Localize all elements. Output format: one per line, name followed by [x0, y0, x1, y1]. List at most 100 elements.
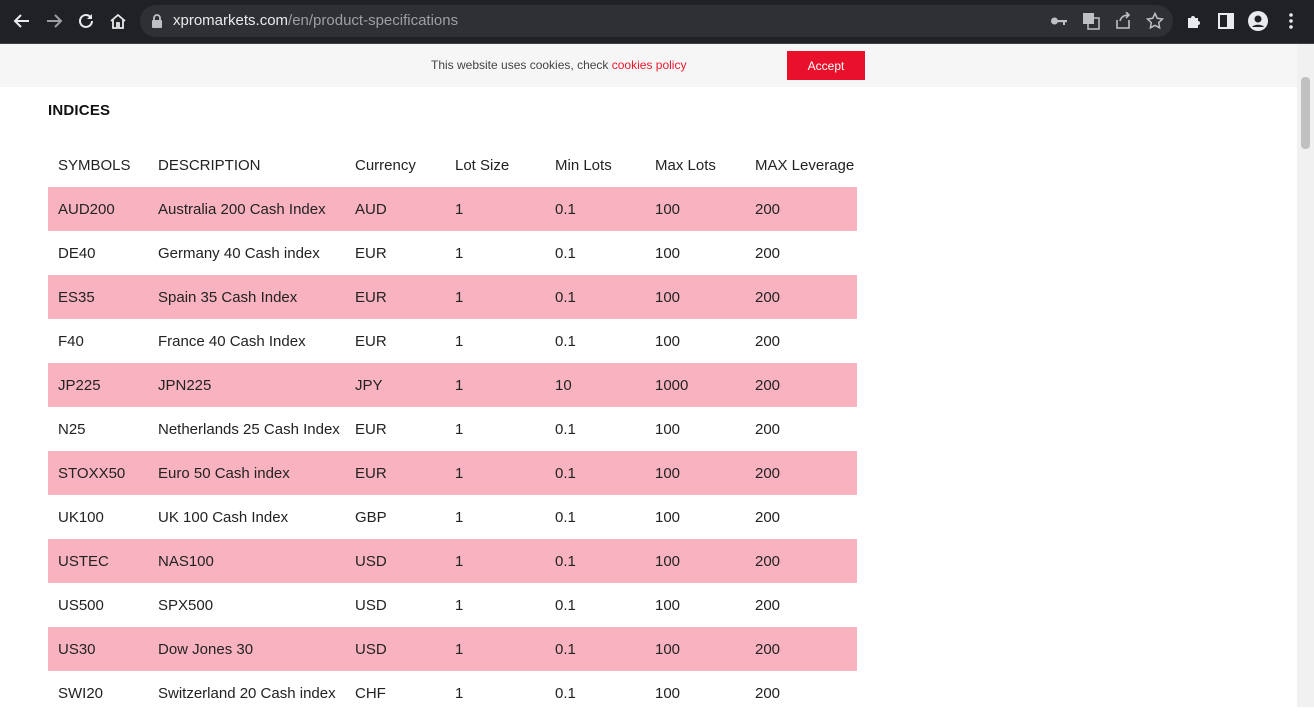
- cell-lot-size: 1: [445, 539, 545, 583]
- cell-symbol: F40: [58, 332, 84, 350]
- cell-max-lots: 100: [655, 596, 681, 614]
- profile-icon[interactable]: [1248, 11, 1268, 31]
- cell-description: France 40 Cash Index: [158, 332, 306, 350]
- cell-max-lots: 100: [655, 244, 681, 262]
- url-text[interactable]: xpromarkets.com/en/product-specification…: [173, 12, 458, 29]
- cell-min-lots: 0.1: [545, 451, 645, 495]
- cell-lot-size: 1: [445, 451, 545, 495]
- address-bar[interactable]: xpromarkets.com/en/product-specification…: [140, 5, 1173, 37]
- table-row: SWI20 Switzerland 20 Cash index CHF 1 0.…: [48, 671, 857, 715]
- indices-table: SYMBOLS DESCRIPTION Currency Lot Size Mi…: [48, 143, 857, 715]
- cell-max-leverage: 200: [755, 684, 781, 702]
- cell-description: Australia 200 Cash Index: [148, 187, 345, 231]
- header-min-lots: Min Lots: [555, 156, 612, 174]
- scrollbar-thumb[interactable]: [1301, 77, 1310, 149]
- cell-max-leverage: 200: [755, 596, 781, 614]
- cell-symbol: UK100: [58, 508, 104, 526]
- cell-max-lots: 100: [655, 332, 681, 350]
- cell-symbol: USTEC: [48, 539, 148, 583]
- table-row: DE40 Germany 40 Cash index EUR 1 0.1 100…: [48, 231, 857, 275]
- cell-max-lots: 1000: [645, 363, 745, 407]
- cell-lot-size: 1: [455, 508, 464, 526]
- header-max-leverage: MAX Leverage: [755, 156, 855, 174]
- cell-symbol: SWI20: [58, 684, 104, 702]
- cell-max-lots: 100: [645, 539, 745, 583]
- section-title: INDICES: [48, 102, 111, 119]
- star-icon[interactable]: [1145, 11, 1165, 31]
- cell-symbol: STOXX50: [48, 451, 148, 495]
- cell-currency: EUR: [345, 451, 445, 495]
- cell-symbol: JP225: [48, 363, 148, 407]
- cell-min-lots: 0.1: [555, 684, 576, 702]
- lock-icon[interactable]: [150, 13, 164, 34]
- table-row: F40 France 40 Cash Index EUR 1 0.1 100 2…: [48, 319, 857, 363]
- cookies-policy-link[interactable]: cookies policy: [612, 58, 687, 72]
- cell-min-lots: 10: [545, 363, 645, 407]
- cell-max-lots: 100: [645, 275, 745, 319]
- cell-min-lots: 0.1: [545, 187, 645, 231]
- header-lot-size: Lot Size: [455, 156, 510, 174]
- menu-icon[interactable]: [1281, 11, 1301, 31]
- header-symbols: SYMBOLS: [58, 156, 131, 174]
- back-icon[interactable]: [9, 8, 35, 34]
- cell-description: Netherlands 25 Cash Index: [158, 420, 340, 438]
- cell-min-lots: 0.1: [545, 627, 645, 671]
- cell-currency: EUR: [355, 420, 387, 438]
- table-row: AUD200 Australia 200 Cash Index AUD 1 0.…: [48, 187, 857, 231]
- header-description: DESCRIPTION: [158, 156, 261, 174]
- cell-symbol: US30: [48, 627, 148, 671]
- cell-lot-size: 1: [455, 420, 464, 438]
- cell-max-leverage: 200: [745, 539, 857, 583]
- cell-currency: AUD: [345, 187, 445, 231]
- cell-description: JPN225: [148, 363, 345, 407]
- cell-min-lots: 0.1: [545, 539, 645, 583]
- cell-min-lots: 0.1: [555, 332, 576, 350]
- side-panel-icon[interactable]: [1216, 11, 1236, 31]
- table-row: US30 Dow Jones 30 USD 1 0.1 100 200: [48, 627, 857, 671]
- cell-min-lots: 0.1: [545, 275, 645, 319]
- translate-icon[interactable]: [1081, 11, 1101, 31]
- header-currency: Currency: [355, 156, 416, 174]
- cell-lot-size: 1: [445, 363, 545, 407]
- cell-max-leverage: 200: [745, 627, 857, 671]
- cell-description: Dow Jones 30: [148, 627, 345, 671]
- cell-currency: USD: [355, 596, 387, 614]
- cell-max-lots: 100: [645, 627, 745, 671]
- header-max-lots: Max Lots: [655, 156, 716, 174]
- home-icon[interactable]: [105, 8, 131, 34]
- cell-max-lots: 100: [645, 187, 745, 231]
- cell-currency: JPY: [345, 363, 445, 407]
- cell-lot-size: 1: [445, 187, 545, 231]
- cell-lot-size: 1: [455, 684, 464, 702]
- cell-description: Spain 35 Cash Index: [148, 275, 345, 319]
- cell-max-leverage: 200: [755, 244, 781, 262]
- extensions-icon[interactable]: [1184, 11, 1204, 31]
- cookie-banner: This website uses cookies, check cookies…: [0, 44, 1297, 87]
- cell-max-lots: 100: [655, 684, 681, 702]
- share-icon[interactable]: [1113, 11, 1133, 31]
- page-scrollbar[interactable]: [1297, 44, 1314, 707]
- cell-symbol: DE40: [58, 244, 96, 262]
- table-row: ES35 Spain 35 Cash Index EUR 1 0.1 100 2…: [48, 275, 857, 319]
- cell-lot-size: 1: [455, 332, 464, 350]
- cell-description: Germany 40 Cash index: [158, 244, 320, 262]
- key-icon[interactable]: [1049, 11, 1069, 31]
- cell-lot-size: 1: [445, 275, 545, 319]
- cell-max-leverage: 200: [745, 363, 857, 407]
- cell-description: Euro 50 Cash index: [148, 451, 345, 495]
- browser-toolbar: xpromarkets.com/en/product-specification…: [0, 0, 1314, 44]
- forward-icon[interactable]: [41, 8, 67, 34]
- reload-icon[interactable]: [73, 8, 99, 34]
- cell-currency: EUR: [355, 244, 387, 262]
- cell-max-leverage: 200: [755, 332, 781, 350]
- accept-cookies-button[interactable]: Accept: [787, 51, 865, 80]
- cell-lot-size: 1: [455, 596, 464, 614]
- cell-lot-size: 1: [445, 627, 545, 671]
- cell-currency: EUR: [355, 332, 387, 350]
- cell-description: SPX500: [158, 596, 214, 614]
- cell-max-leverage: 200: [755, 508, 781, 526]
- cell-max-lots: 100: [655, 420, 681, 438]
- cell-description: UK 100 Cash Index: [158, 508, 289, 526]
- cell-max-lots: 100: [655, 508, 681, 526]
- table-row: N25 Netherlands 25 Cash Index EUR 1 0.1 …: [48, 407, 857, 451]
